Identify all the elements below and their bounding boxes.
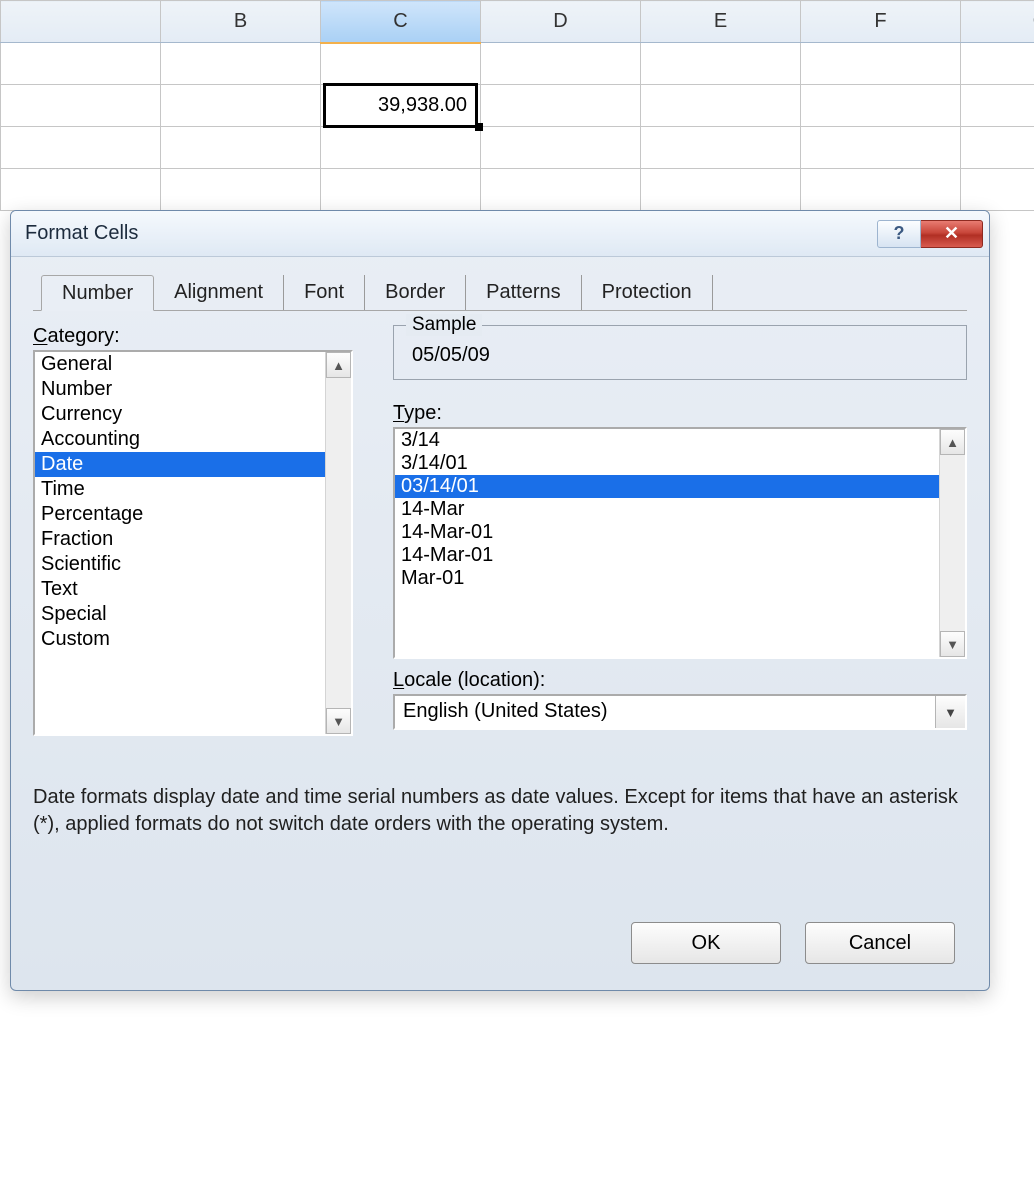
- cell[interactable]: [321, 43, 481, 85]
- category-scrollbar[interactable]: ▲ ▼: [325, 352, 351, 734]
- locale-label: Locale (location):: [393, 669, 967, 692]
- column-header[interactable]: B: [161, 1, 321, 43]
- cell[interactable]: [801, 169, 961, 211]
- cell[interactable]: [641, 43, 801, 85]
- ok-button[interactable]: OK: [631, 922, 781, 964]
- column-header[interactable]: D: [481, 1, 641, 43]
- category-item-number[interactable]: Number: [35, 377, 325, 402]
- cell[interactable]: [1, 85, 161, 127]
- grid-row: 39,938.00: [1, 85, 1034, 127]
- row-header-corner[interactable]: [1, 1, 161, 43]
- sample-label: Sample: [406, 314, 482, 336]
- category-item-general[interactable]: General: [35, 352, 325, 377]
- fill-handle[interactable]: [475, 123, 483, 131]
- locale-value: English (United States): [395, 696, 935, 728]
- dialog-titlebar[interactable]: Format Cells ? ✕: [11, 211, 989, 257]
- grid-row: [1, 169, 1034, 211]
- category-item-percentage[interactable]: Percentage: [35, 502, 325, 527]
- category-item-currency[interactable]: Currency: [35, 402, 325, 427]
- cell[interactable]: [161, 85, 321, 127]
- cell[interactable]: [481, 43, 641, 85]
- cancel-button[interactable]: Cancel: [805, 922, 955, 964]
- cell[interactable]: [641, 85, 801, 127]
- scroll-up-icon[interactable]: ▲: [326, 352, 351, 378]
- description-text: Date formats display date and time seria…: [33, 784, 967, 838]
- tab-number[interactable]: Number: [41, 275, 154, 311]
- cell[interactable]: [961, 85, 1034, 127]
- column-header[interactable]: F: [801, 1, 961, 43]
- column-header[interactable]: E: [641, 1, 801, 43]
- cell[interactable]: [1, 169, 161, 211]
- grid-row: [1, 43, 1034, 85]
- scroll-up-icon[interactable]: ▲: [940, 429, 965, 455]
- cell[interactable]: [801, 85, 961, 127]
- cell[interactable]: [801, 43, 961, 85]
- tab-patterns[interactable]: Patterns: [466, 275, 581, 310]
- grid-row: [1, 127, 1034, 169]
- cell[interactable]: [961, 127, 1034, 169]
- cell[interactable]: [641, 169, 801, 211]
- cell[interactable]: [481, 85, 641, 127]
- format-cells-dialog: Format Cells ? ✕ Number Alignment Font B…: [10, 210, 990, 991]
- category-item-special[interactable]: Special: [35, 602, 325, 627]
- cell[interactable]: [161, 43, 321, 85]
- category-listbox[interactable]: General Number Currency Accounting Date …: [33, 350, 353, 736]
- column-header[interactable]: G: [961, 1, 1034, 43]
- type-scrollbar[interactable]: ▲ ▼: [939, 429, 965, 657]
- type-label: Type:: [393, 402, 967, 425]
- type-listbox[interactable]: 3/14 3/14/01 03/14/01 14-Mar 14-Mar-01 1…: [393, 427, 967, 659]
- sample-value: 05/05/09: [408, 344, 952, 367]
- tab-strip: Number Alignment Font Border Patterns Pr…: [33, 275, 967, 311]
- cell[interactable]: [481, 169, 641, 211]
- tab-protection[interactable]: Protection: [582, 275, 713, 310]
- close-button[interactable]: ✕: [921, 220, 983, 248]
- tab-font[interactable]: Font: [284, 275, 365, 310]
- category-item-scientific[interactable]: Scientific: [35, 552, 325, 577]
- category-label: Category:: [33, 325, 353, 348]
- dialog-title: Format Cells: [25, 222, 877, 245]
- cell[interactable]: [321, 127, 481, 169]
- category-item-time[interactable]: Time: [35, 477, 325, 502]
- cell[interactable]: [801, 127, 961, 169]
- type-item-selected[interactable]: 03/14/01: [395, 475, 939, 498]
- type-item[interactable]: 14-Mar: [395, 498, 939, 521]
- category-item-date[interactable]: Date: [35, 452, 325, 477]
- active-cell-value: 39,938.00: [378, 94, 467, 117]
- sample-group: Sample 05/05/09: [393, 325, 967, 380]
- active-cell[interactable]: 39,938.00: [321, 85, 481, 127]
- column-header-row: B C D E F G: [1, 1, 1034, 43]
- cell[interactable]: [481, 127, 641, 169]
- cell[interactable]: [1, 127, 161, 169]
- cell[interactable]: [961, 43, 1034, 85]
- chevron-down-icon[interactable]: ▼: [935, 696, 965, 728]
- scroll-down-icon[interactable]: ▼: [326, 708, 351, 734]
- cell[interactable]: [961, 169, 1034, 211]
- cell[interactable]: [321, 169, 481, 211]
- category-item-text[interactable]: Text: [35, 577, 325, 602]
- cell[interactable]: [161, 127, 321, 169]
- category-item-fraction[interactable]: Fraction: [35, 527, 325, 552]
- type-item[interactable]: Mar-01: [395, 567, 939, 590]
- cell[interactable]: [161, 169, 321, 211]
- tab-border[interactable]: Border: [365, 275, 466, 310]
- cell[interactable]: [641, 127, 801, 169]
- type-item[interactable]: 14-Mar-01: [395, 544, 939, 567]
- column-header-selected[interactable]: C: [321, 1, 481, 43]
- cell[interactable]: [1, 43, 161, 85]
- spreadsheet-grid[interactable]: B C D E F G 39,938.00: [0, 0, 1034, 211]
- locale-combobox[interactable]: English (United States) ▼: [393, 694, 967, 730]
- category-item-custom[interactable]: Custom: [35, 627, 325, 652]
- type-item[interactable]: 14-Mar-01: [395, 521, 939, 544]
- type-item[interactable]: 3/14: [395, 429, 939, 452]
- tab-alignment[interactable]: Alignment: [154, 275, 284, 310]
- scroll-down-icon[interactable]: ▼: [940, 631, 965, 657]
- type-item[interactable]: 3/14/01: [395, 452, 939, 475]
- help-button[interactable]: ?: [877, 220, 921, 248]
- category-item-accounting[interactable]: Accounting: [35, 427, 325, 452]
